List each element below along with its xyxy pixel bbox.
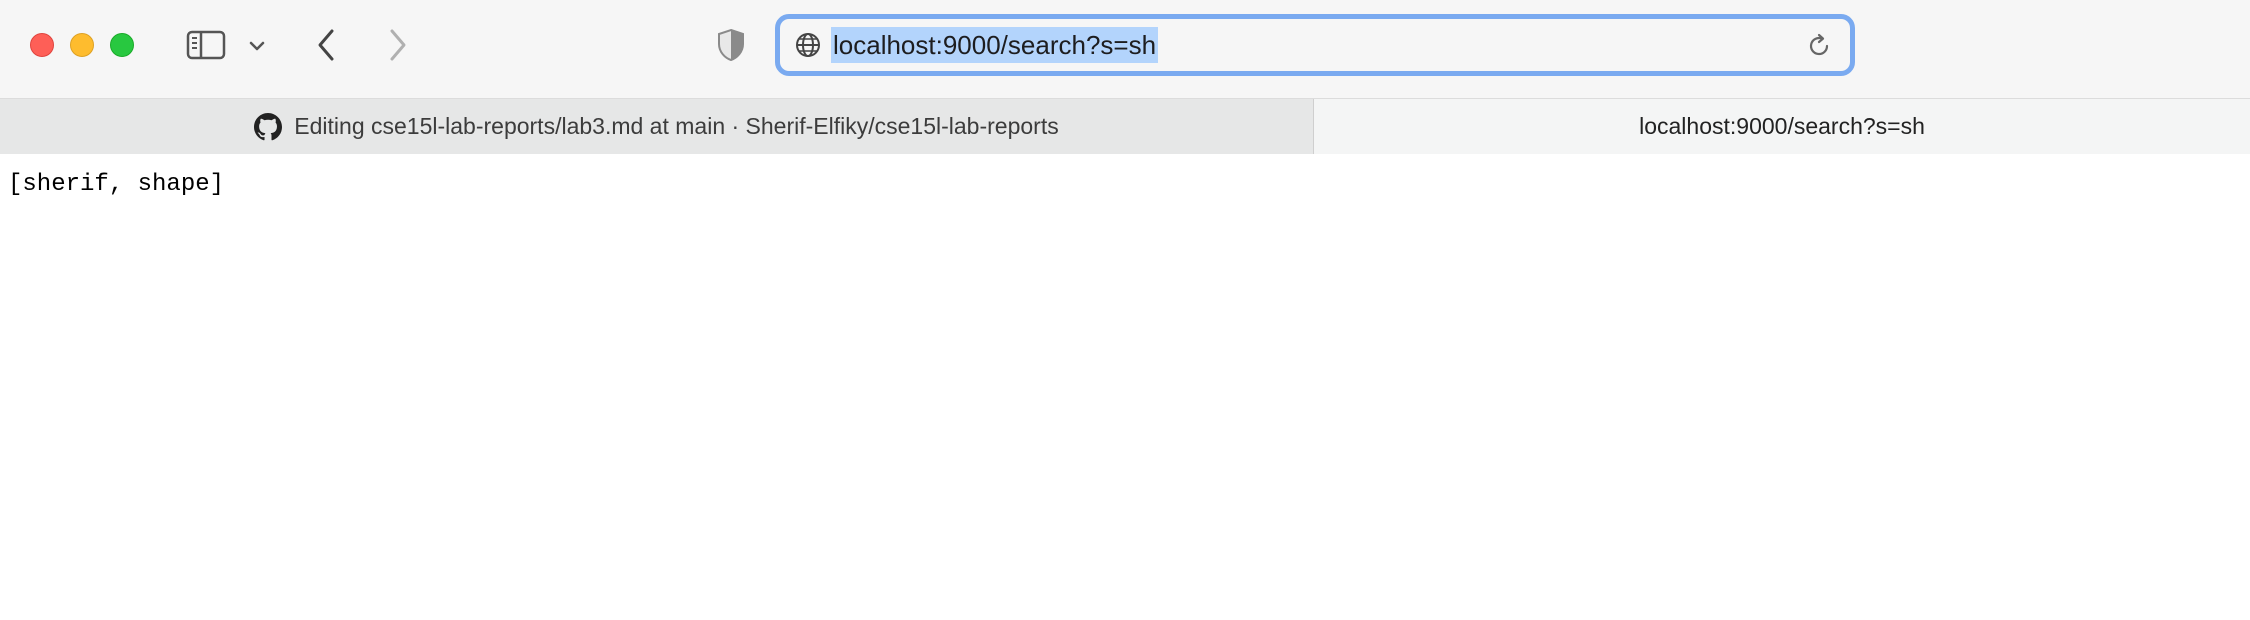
browser-toolbar: localhost:9000/search?s=sh [0,0,2250,98]
tab-github-editing[interactable]: Editing cse15l-lab-reports/lab3.md at ma… [0,99,1314,154]
address-bar[interactable]: localhost:9000/search?s=sh [780,19,1850,71]
maximize-window-button[interactable] [110,33,134,57]
tab-bar: Editing cse15l-lab-reports/lab3.md at ma… [0,98,2250,154]
sidebar-icon [186,30,226,60]
search-results-text: [sherif, shape] [8,171,225,198]
tab-localhost-search[interactable]: localhost:9000/search?s=sh [1314,99,2250,154]
tab-label: Editing cse15l-lab-reports/lab3.md at ma… [294,113,1059,139]
close-window-button[interactable] [30,33,54,57]
reload-icon[interactable] [1804,31,1834,61]
privacy-report-button[interactable] [714,26,748,64]
address-bar-focus-ring: localhost:9000/search?s=sh [775,14,1855,76]
page-content: [sherif, shape] [0,155,2250,620]
url-input[interactable]: localhost:9000/search?s=sh [831,27,1159,63]
shield-icon [718,28,744,62]
forward-button[interactable] [380,25,416,65]
chevron-left-icon [318,29,334,61]
chevron-down-icon [249,41,265,51]
tab-label: localhost:9000/search?s=sh [1639,113,1925,139]
globe-icon [796,33,820,57]
sidebar-toggle-button[interactable] [180,25,232,65]
github-icon [254,112,283,141]
minimize-window-button[interactable] [70,33,94,57]
back-button[interactable] [308,25,344,65]
chevron-right-icon [390,29,406,61]
sidebar-menu-button[interactable] [244,33,270,59]
